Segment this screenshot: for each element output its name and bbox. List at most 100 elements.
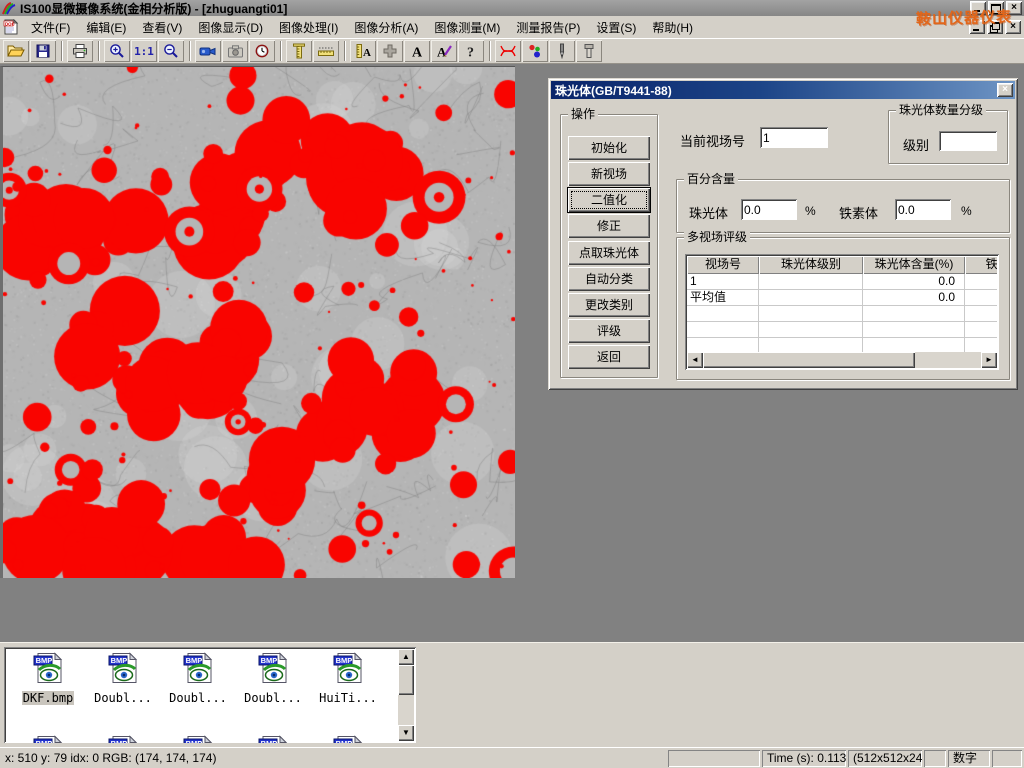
menu-item-3[interactable]: 查看(V)	[134, 16, 190, 39]
op-button-3[interactable]: 二值化	[568, 188, 650, 212]
file-name: Doubl...	[168, 691, 228, 705]
file-vscrollbar[interactable]: ▲ ▼	[398, 649, 414, 741]
file-item-1[interactable]: BMPDKF.bmp	[12, 652, 84, 707]
op-button-1[interactable]: 初始化	[568, 136, 650, 160]
measure-text-icon: A	[355, 43, 372, 59]
menu-item-10[interactable]: 帮助(H)	[644, 16, 701, 39]
dialog-title-bar[interactable]: 珠光体(GB/T9441-88) ×	[551, 81, 1015, 99]
current-field-input[interactable]	[760, 127, 828, 148]
file-item-5[interactable]: BMPHuiTi...	[312, 652, 384, 707]
file-item-row2-3[interactable]: BMP	[162, 735, 234, 743]
toolbar-open-folder-button[interactable]	[3, 40, 29, 62]
scroll-left-button[interactable]: ◄	[687, 352, 703, 368]
table-hscrollbar[interactable]: ◄ ►	[687, 352, 997, 368]
vendor-watermark: 鞍山仪器仪表	[916, 6, 1013, 30]
metallograph-image[interactable]	[3, 67, 515, 578]
toolbar-caliper-vertical-button[interactable]	[286, 40, 312, 62]
flashlight-icon	[583, 43, 595, 59]
scroll-right-button[interactable]: ►	[981, 352, 997, 368]
table-row-4[interactable]	[687, 322, 997, 338]
grade-level-input[interactable]	[939, 131, 997, 151]
file-item-4[interactable]: BMPDoubl...	[237, 652, 309, 707]
scroll-down-button[interactable]: ▼	[398, 725, 414, 741]
file-item-row2-4[interactable]: BMP	[237, 735, 309, 743]
file-item-3[interactable]: BMPDoubl...	[162, 652, 234, 707]
svg-text:A: A	[412, 46, 423, 60]
file-name: DKF.bmp	[22, 691, 75, 705]
menu-item-5[interactable]: 图像处理(I)	[271, 16, 346, 39]
table-row-3[interactable]	[687, 306, 997, 322]
image-viewport[interactable]	[0, 66, 515, 578]
toolbar-separator	[280, 41, 282, 61]
op-button-5[interactable]: 点取珠光体	[568, 241, 650, 265]
toolbar-pen-probe-button[interactable]	[549, 40, 575, 62]
table-cell	[965, 306, 997, 321]
file-vscroll-thumb[interactable]	[398, 665, 414, 695]
toolbar-measure-text-button[interactable]: A	[350, 40, 376, 62]
toolbar-actual-size-button[interactable]: 1:1	[131, 40, 157, 62]
bmp-file-icon: BMP	[107, 671, 139, 688]
file-item-2[interactable]: BMPDoubl...	[87, 652, 159, 707]
table-cell	[965, 322, 997, 337]
table-header-4[interactable]: 铁素体含量(%)	[965, 256, 997, 274]
op-button-6[interactable]: 自动分类	[568, 267, 650, 291]
close-icon: ×	[1011, 2, 1017, 13]
toolbar-zoom-in-button[interactable]	[104, 40, 130, 62]
table-row-2[interactable]: 平均值0.0	[687, 290, 997, 306]
menu-item-6[interactable]: 图像分析(A)	[346, 16, 426, 39]
table-header-2[interactable]: 珠光体级别	[759, 256, 863, 274]
toolbar-separator	[98, 41, 100, 61]
table-hscroll-thumb[interactable]	[703, 352, 915, 368]
mdi-minimize-icon	[973, 29, 979, 31]
toolbar-spline-curve-button[interactable]	[495, 40, 521, 62]
table-row-1[interactable]: 10.0	[687, 274, 997, 290]
toolbar-save-button[interactable]	[30, 40, 56, 62]
menu-bar: DOC 文件(F)编辑(E)查看(V)图像显示(D)图像处理(I)图像分析(A)…	[0, 16, 1024, 39]
toolbar-photo-camera-button[interactable]	[222, 40, 248, 62]
file-item-row2-5[interactable]: BMP	[312, 735, 384, 743]
op-button-2[interactable]: 新视场	[568, 162, 650, 186]
svg-text:A: A	[363, 47, 371, 59]
toolbar-color-classify-button[interactable]	[522, 40, 548, 62]
table-header-1[interactable]: 视场号	[687, 256, 759, 274]
rating-table[interactable]: 视场号珠光体级别珠光体含量(%)铁素体含量(%)10.0平均值0.0 ◄ ►	[685, 254, 999, 370]
pearlite-value-input[interactable]	[741, 199, 797, 220]
ferrite-value-input[interactable]	[895, 199, 951, 220]
pen-probe-icon	[556, 43, 568, 59]
toolbar-ruler-horizontal-button[interactable]	[313, 40, 339, 62]
op-button-4[interactable]: 修正	[568, 214, 650, 238]
toolbar-video-camera-button[interactable]	[195, 40, 221, 62]
file-item-row2-2[interactable]: BMP	[87, 735, 159, 743]
menu-item-7[interactable]: 图像测量(M)	[426, 16, 508, 39]
file-name: Doubl...	[243, 691, 303, 705]
file-item-row2-1[interactable]: BMP	[12, 735, 84, 743]
op-button-7[interactable]: 更改类别	[568, 293, 650, 317]
menu-item-2[interactable]: 编辑(E)	[78, 16, 134, 39]
toolbar-print-button[interactable]	[67, 40, 93, 62]
menu-item-1[interactable]: 文件(F)	[23, 16, 78, 39]
menu-item-9[interactable]: 设置(S)	[588, 16, 644, 39]
op-button-8[interactable]: 评级	[568, 319, 650, 343]
toolbar-text-a-button[interactable]: A	[404, 40, 430, 62]
toolbar-edit-text-button[interactable]: A	[431, 40, 457, 62]
dialog-close-button[interactable]: ×	[997, 83, 1013, 97]
zoom-in-icon	[109, 43, 125, 59]
toolbar-clock-button[interactable]	[249, 40, 275, 62]
file-browser[interactable]: BMPDKF.bmpBMPDoubl...BMPDoubl...BMPDoubl…	[4, 647, 416, 743]
toolbar-move-cross-button[interactable]	[377, 40, 403, 62]
save-icon	[35, 43, 51, 59]
toolbar-help-button[interactable]: ?	[458, 40, 484, 62]
table-header-3[interactable]: 珠光体含量(%)	[863, 256, 965, 274]
status-time: Time (s): 0.113	[762, 750, 846, 767]
status-mode: 数字	[948, 750, 990, 767]
status-cell-empty1	[668, 750, 760, 767]
svg-text:BMP: BMP	[186, 739, 203, 743]
menu-item-4[interactable]: 图像显示(D)	[190, 16, 271, 39]
table-row-5[interactable]	[687, 338, 997, 352]
percent-group-label: 百分含量	[684, 172, 738, 186]
toolbar-zoom-out-button[interactable]	[158, 40, 184, 62]
op-button-9[interactable]: 返回	[568, 345, 650, 369]
menu-item-8[interactable]: 测量报告(P)	[508, 16, 588, 39]
scroll-up-button[interactable]: ▲	[398, 649, 414, 665]
toolbar-flashlight-button[interactable]	[576, 40, 602, 62]
